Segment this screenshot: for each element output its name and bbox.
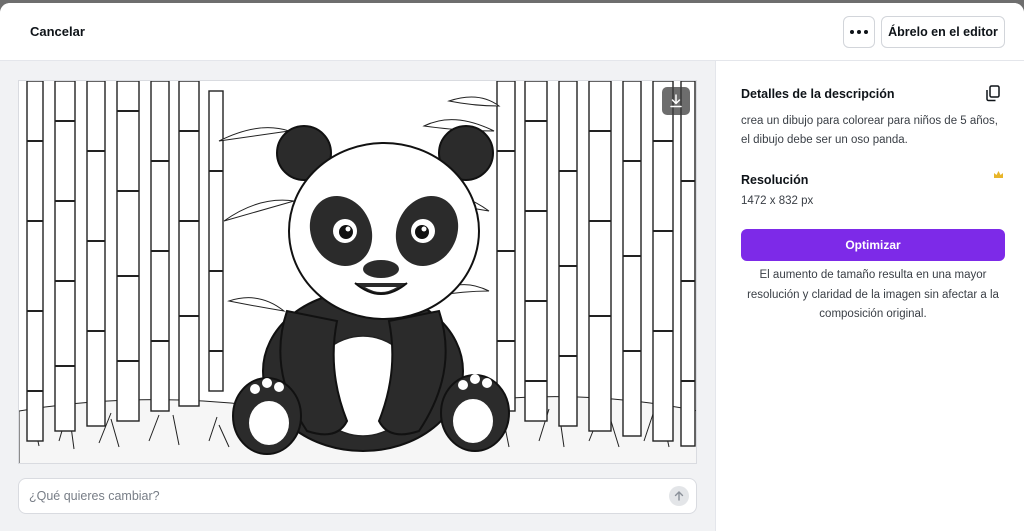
generated-image (18, 80, 697, 464)
preview-pane (0, 61, 715, 531)
optimize-note-line: El aumento de tamaño resulta en una mayo… (759, 269, 987, 281)
change-prompt-input[interactable] (19, 479, 659, 513)
optimize-note: El aumento de tamaño resulta en una mayo… (736, 266, 1010, 325)
arrow-up-icon (674, 491, 684, 501)
resolution-title: Resolución (741, 173, 809, 187)
more-dot (864, 30, 868, 34)
prompt-description: crea un dibujo para colorear para niños … (741, 112, 998, 150)
copy-icon (986, 85, 1000, 102)
optimize-note-line: resolución y claridad de la imagen sin a… (747, 288, 999, 301)
more-options-button[interactable] (843, 16, 875, 48)
copy-description-button[interactable] (984, 84, 1002, 102)
crown-icon (994, 171, 1003, 178)
open-in-editor-button[interactable]: Ábrelo en el editor (881, 16, 1005, 48)
top-bar: Cancelar Ábrelo en el editor (0, 3, 1024, 61)
description-details-title: Detalles de la descripción (741, 87, 895, 101)
optimize-button[interactable]: Optimizar (741, 229, 1005, 261)
details-panel: Detalles de la descripción crea un dibuj… (715, 61, 1024, 531)
prompt-description-line: crea un dibujo para colorear para niños … (741, 115, 999, 127)
cancel-button[interactable]: Cancelar (18, 17, 97, 45)
panda-illustration (19, 81, 696, 463)
more-horizontal-icon (850, 30, 854, 34)
download-icon (670, 94, 682, 108)
send-button[interactable] (669, 486, 689, 506)
optimize-note-line: composición original. (819, 308, 927, 320)
prompt-box (18, 478, 697, 514)
more-dot (857, 30, 861, 34)
prompt-description-line: el dibujo debe ser un oso panda. (741, 134, 908, 146)
image-dialog: Cancelar Ábrelo en el editor ¿Qué quiere… (0, 3, 1024, 531)
download-button[interactable] (662, 87, 690, 115)
resolution-value: 1472 x 832 px (741, 195, 814, 207)
